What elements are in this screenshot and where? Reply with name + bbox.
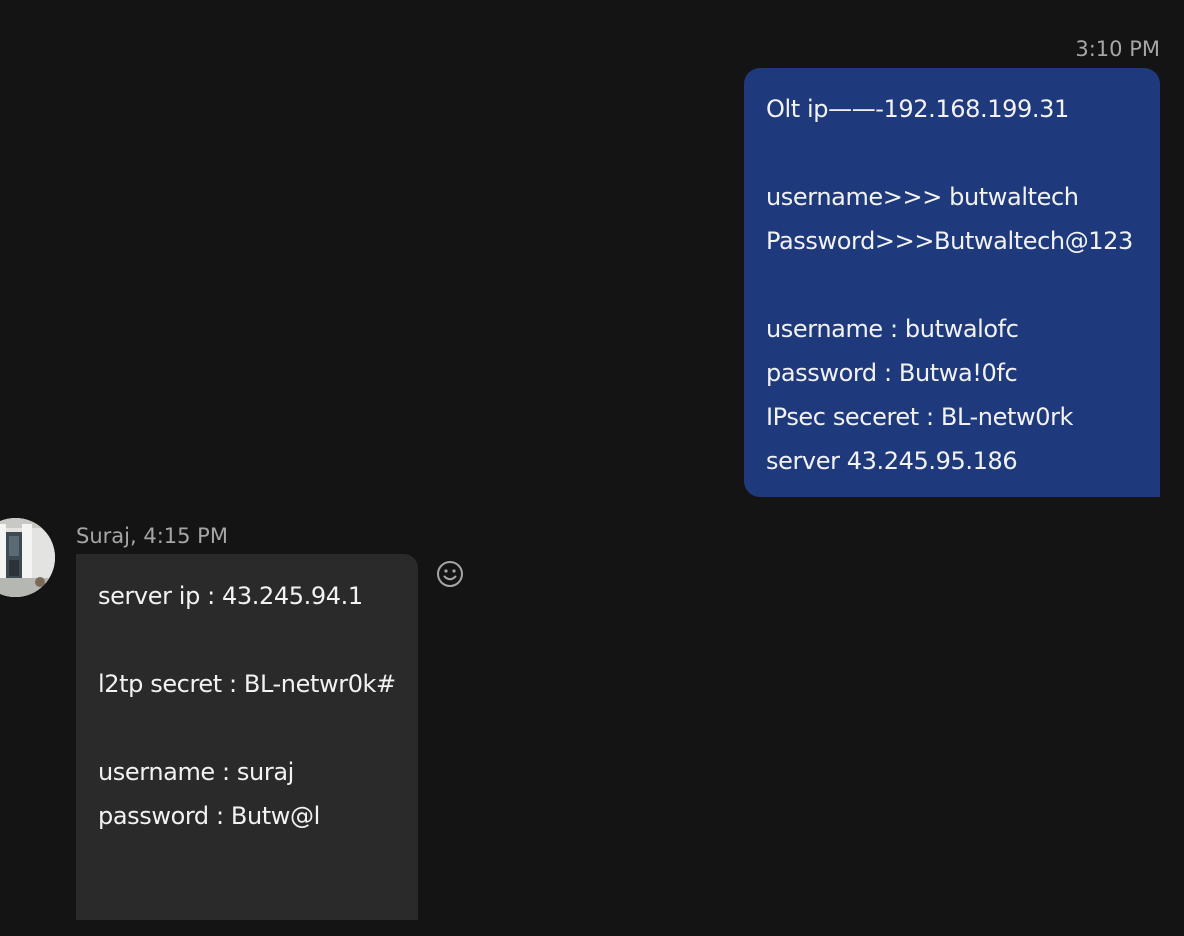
user-avatar-photo	[0, 518, 55, 597]
received-message-sender-time: Suraj, 4:15 PM	[76, 524, 228, 548]
message-line	[98, 618, 418, 662]
sent-message-bubble[interactable]: Olt ip——-192.168.199.31 username>>> butw…	[744, 68, 1160, 497]
message-line: password : Butw@l	[98, 802, 320, 830]
user-avatar[interactable]	[0, 518, 55, 597]
message-line: password : Butwa!0fc	[766, 359, 1018, 387]
message-line: IPsec seceret : BL-netw0rk	[766, 403, 1074, 431]
chat-pane: · · · 3:10 PM Olt ip——-192.168.199.31 us…	[0, 0, 1184, 936]
smiley-icon	[437, 561, 463, 587]
message-line: l2tp secret : BL-netwr0k#	[98, 670, 396, 698]
header-cut-text: · · ·	[0, 0, 1184, 8]
message-line	[766, 131, 1140, 175]
message-line: Password>>>Butwaltech@123	[766, 227, 1133, 255]
message-line	[766, 263, 1140, 307]
message-line: username>>> butwaltech	[766, 183, 1079, 211]
message-line: username : suraj	[98, 758, 294, 786]
message-line: server ip : 43.245.94.1	[98, 582, 363, 610]
message-line: Olt ip——-192.168.199.31	[766, 95, 1069, 123]
sent-message-timestamp: 3:10 PM	[1075, 37, 1160, 61]
message-line	[98, 706, 418, 750]
received-message-bubble[interactable]: server ip : 43.245.94.1 l2tp secret : BL…	[76, 554, 418, 920]
add-reaction-button[interactable]	[435, 559, 465, 589]
message-line: username : butwalofc	[766, 315, 1019, 343]
message-line: server 43.245.95.186	[766, 447, 1018, 475]
